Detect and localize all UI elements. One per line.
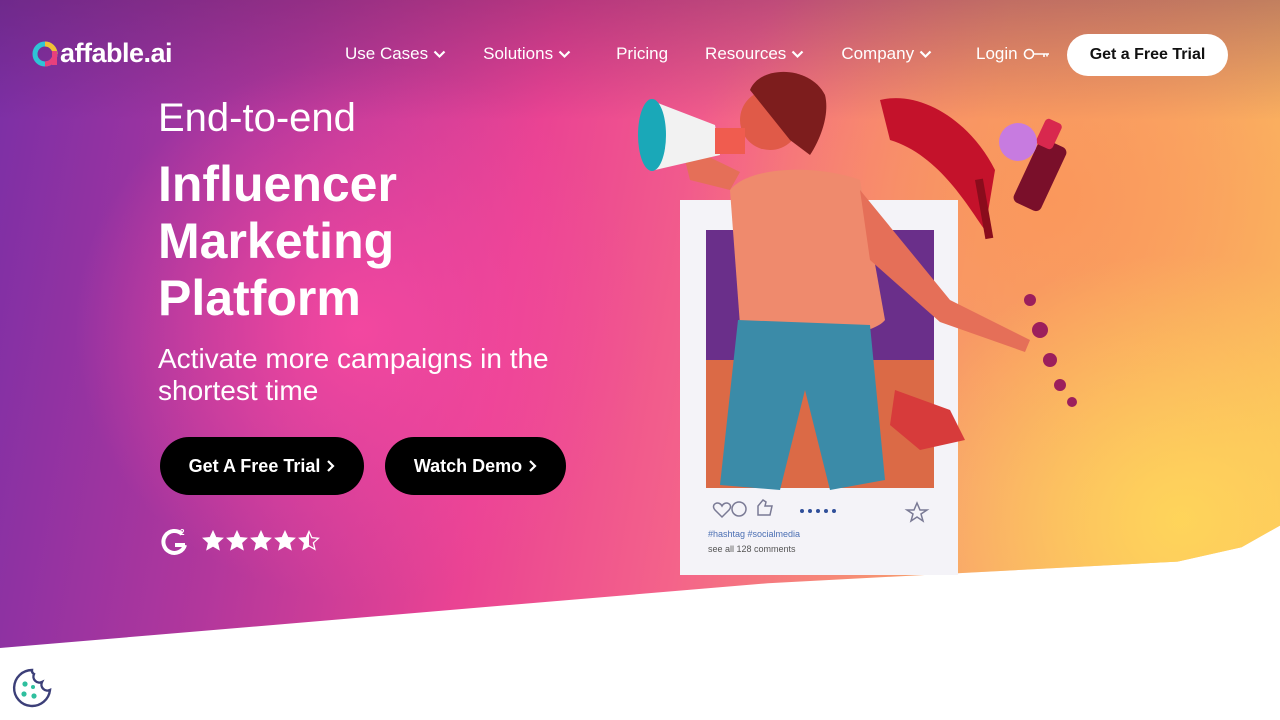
chevron-down-icon bbox=[792, 50, 804, 58]
nav-item-label: Use Cases bbox=[345, 44, 429, 63]
hero-subhead: Activate more campaigns in the shortest … bbox=[158, 343, 549, 406]
headline-line: Platform bbox=[158, 270, 361, 326]
nav-item-label: Solutions bbox=[483, 44, 554, 63]
svg-text:2: 2 bbox=[180, 528, 185, 537]
hero-illustration: #hashtag #socialmedia see all 128 commen… bbox=[638, 71, 1077, 575]
headline-line: Influencer bbox=[158, 156, 397, 212]
post-comments: see all 128 comments bbox=[708, 544, 796, 554]
chevron-right-icon bbox=[327, 460, 335, 472]
star-rating bbox=[202, 530, 322, 552]
headline-line: Marketing bbox=[158, 213, 395, 269]
earring bbox=[1024, 294, 1077, 407]
nav-item-solutions[interactable]: Solutions bbox=[483, 44, 571, 64]
chevron-down-icon bbox=[558, 50, 571, 58]
chevron-right-icon bbox=[529, 460, 537, 472]
nav-item-use-cases[interactable]: Use Cases bbox=[345, 44, 446, 64]
perfume-cap bbox=[999, 123, 1037, 161]
g2-logo-icon: 2 bbox=[161, 528, 187, 555]
key-icon bbox=[1023, 48, 1049, 60]
brand-logo[interactable]: affable.ai bbox=[32, 38, 173, 69]
post-hashtags: #hashtag #socialmedia bbox=[708, 529, 800, 539]
get-free-trial-button[interactable]: Get A Free Trial bbox=[160, 437, 364, 495]
star-icon bbox=[226, 530, 248, 551]
star-icon bbox=[202, 530, 224, 551]
logo-mark-icon bbox=[32, 41, 58, 66]
hero-headline: Influencer Marketing Platform bbox=[158, 156, 578, 327]
star-icon bbox=[274, 530, 296, 551]
button-label: Watch Demo bbox=[413, 455, 523, 476]
cookie-icon[interactable] bbox=[12, 668, 52, 708]
hero-eyebrow: End-to-end bbox=[158, 96, 356, 140]
brand-name: affable.ai bbox=[60, 38, 173, 68]
chevron-down-icon bbox=[919, 50, 932, 58]
star-icon bbox=[298, 530, 320, 551]
g2-rating[interactable]: 2 bbox=[160, 526, 322, 556]
star-icon bbox=[250, 530, 272, 551]
watch-demo-button[interactable]: Watch Demo bbox=[385, 437, 566, 495]
chevron-down-icon bbox=[433, 50, 446, 58]
button-label: Get A Free Trial bbox=[188, 455, 321, 476]
